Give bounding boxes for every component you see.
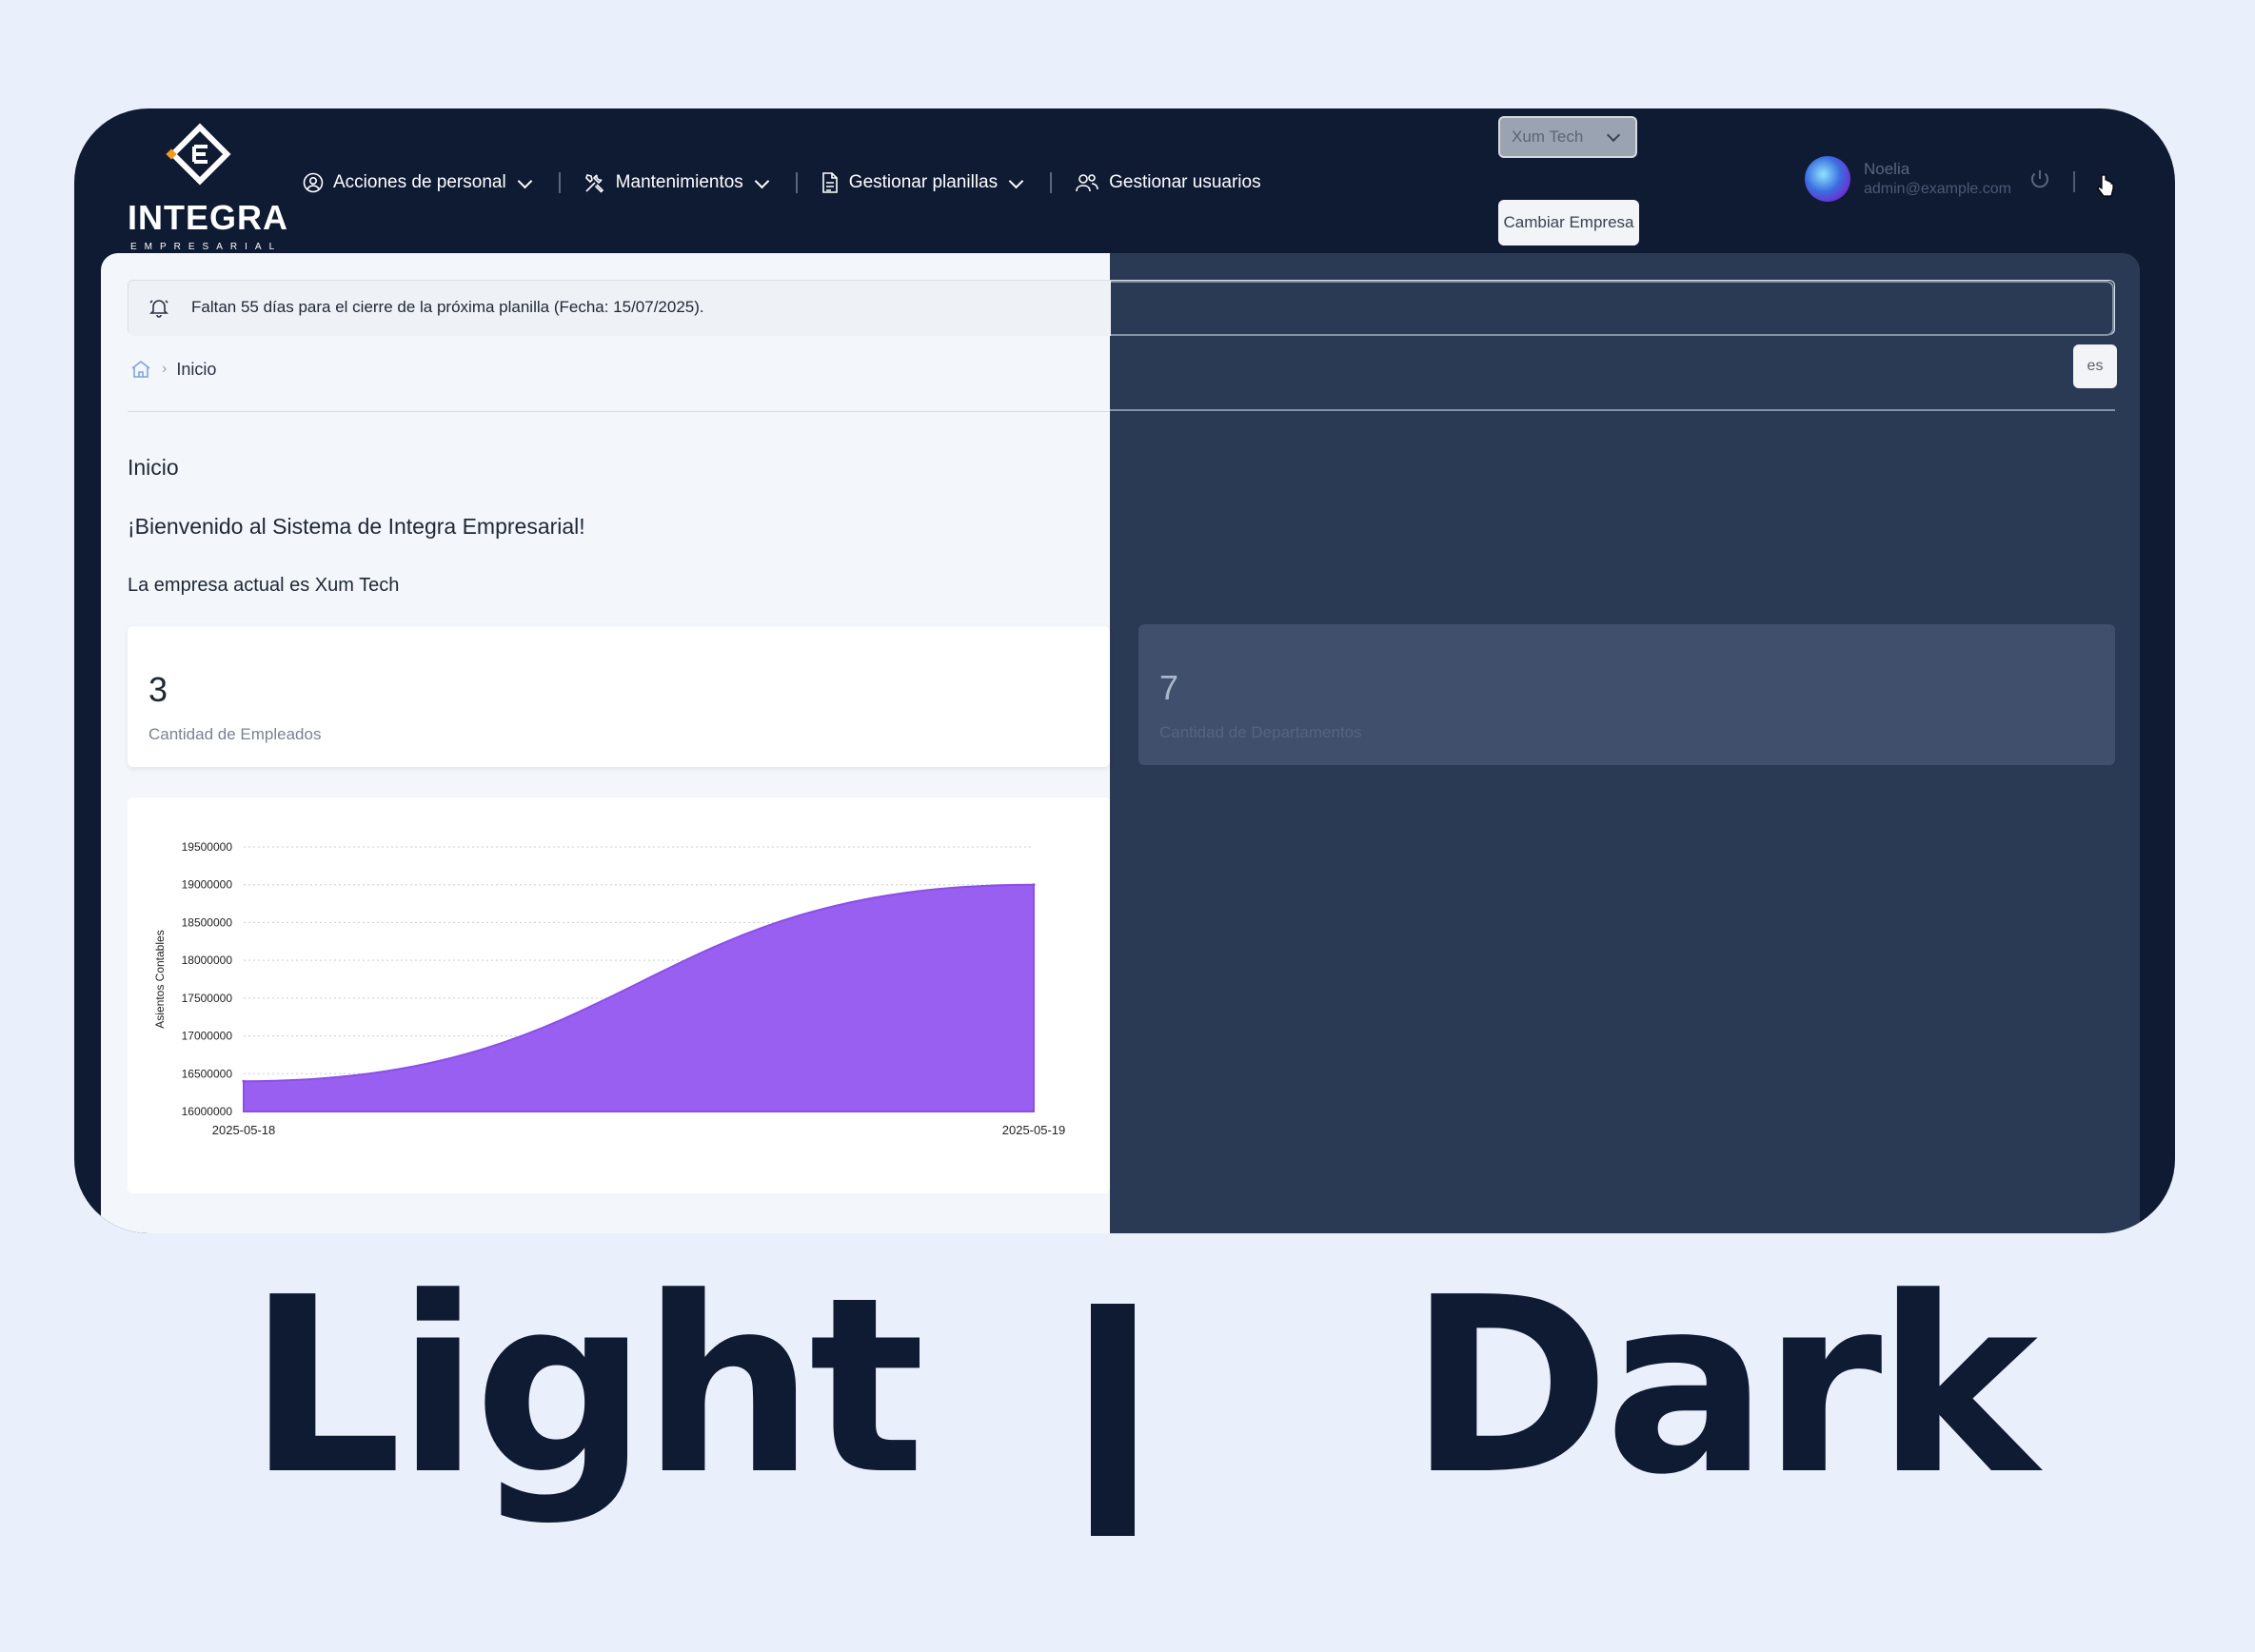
y-axis-label: Asientos Contables bbox=[153, 930, 167, 1028]
nav-label: Gestionar usuarios bbox=[1109, 172, 1261, 192]
header-divider bbox=[2073, 171, 2075, 192]
y-tick-label: 19500000 bbox=[182, 840, 233, 854]
tools-icon bbox=[584, 174, 603, 193]
nav-gestionar-planillas[interactable]: Gestionar planillas bbox=[821, 171, 1027, 194]
user-name: Noelia bbox=[1864, 160, 1910, 178]
chevron-down-icon bbox=[1606, 128, 1621, 143]
nav-label: Gestionar planillas bbox=[848, 172, 999, 192]
x-tick-label: 2025-05-19 bbox=[1002, 1123, 1066, 1137]
area-series bbox=[243, 883, 1035, 1112]
x-tick-label: 2025-05-18 bbox=[212, 1123, 276, 1137]
breadcrumb: › Inicio bbox=[129, 358, 216, 381]
logo-mark-icon bbox=[166, 123, 231, 186]
welcome-message: ¡Bienvenido al Sistema de Integra Empres… bbox=[128, 514, 585, 539]
chevron-down-icon bbox=[754, 173, 770, 188]
users-icon bbox=[1076, 174, 1098, 192]
change-company-button[interactable]: Cambiar Empresa bbox=[1498, 200, 1639, 246]
user-email: admin@example.com bbox=[1864, 181, 2011, 197]
app-window: INTEGRA EMPRESARIAL Acciones de personal… bbox=[74, 108, 2175, 1233]
stat-card-departments: 7 Cantidad de Departamentos bbox=[1138, 624, 2115, 765]
stat-label: Cantidad de Departamentos bbox=[1159, 723, 1362, 741]
company-select-value: Xum Tech bbox=[1512, 128, 1584, 146]
company-select[interactable]: Xum Tech bbox=[1498, 116, 1637, 158]
caption-dark: Dark bbox=[1409, 1246, 2038, 1528]
chart-svg: 19500000 19000000 18500000 18000000 17500000… bbox=[153, 840, 1066, 1137]
y-tick-label: 16500000 bbox=[182, 1067, 233, 1080]
document-icon bbox=[821, 172, 838, 193]
caption-separator bbox=[1091, 1304, 1135, 1536]
main-nav: Acciones de personal Mantenimientos Gest… bbox=[303, 166, 1261, 200]
notice-dark-half bbox=[1111, 281, 2114, 336]
nav-divider bbox=[795, 172, 798, 193]
main-content: Faltan 55 días para el cierre de la próx… bbox=[101, 253, 2140, 1233]
nav-mantenimientos[interactable]: Mantenimientos bbox=[584, 171, 773, 194]
home-icon[interactable] bbox=[129, 358, 152, 381]
data-point bbox=[242, 1079, 246, 1083]
nav-gestionar-usuarios[interactable]: Gestionar usuarios bbox=[1075, 172, 1261, 193]
brand-tagline: EMPRESARIAL bbox=[130, 242, 283, 252]
language-button[interactable]: es bbox=[2073, 344, 2117, 388]
y-tick-label: 18000000 bbox=[182, 954, 233, 967]
y-tick-label: 17000000 bbox=[182, 1030, 233, 1043]
accounting-entries-chart: 19500000 19000000 18500000 18000000 17500000… bbox=[128, 797, 1110, 1193]
stat-label: Cantidad de Empleados bbox=[148, 725, 322, 743]
nav-divider bbox=[558, 172, 561, 193]
brand-logo[interactable]: INTEGRA EMPRESARIAL bbox=[128, 122, 287, 255]
page-title: Inicio bbox=[128, 455, 179, 480]
brand-name: INTEGRA bbox=[128, 198, 288, 237]
notice-text: Faltan 55 días para el cierre de la próx… bbox=[191, 298, 704, 316]
y-tick-label: 17500000 bbox=[182, 992, 233, 1005]
user-circle-icon bbox=[303, 172, 324, 193]
payroll-notice: Faltan 55 días para el cierre de la próx… bbox=[128, 280, 2115, 336]
y-tick-label: 16000000 bbox=[182, 1105, 233, 1118]
breadcrumb-current: Inicio bbox=[176, 359, 217, 379]
y-tick-label: 18500000 bbox=[182, 915, 233, 929]
bell-icon bbox=[149, 300, 168, 318]
chevron-down-icon bbox=[517, 173, 532, 188]
divider bbox=[128, 411, 1110, 412]
breadcrumb-separator-icon: › bbox=[162, 361, 168, 377]
stat-value: 7 bbox=[1159, 668, 1179, 707]
current-company-text: La empresa actual es Xum Tech bbox=[128, 575, 400, 596]
stat-card-employees: 3 Cantidad de Empleados bbox=[128, 626, 1110, 767]
avatar[interactable] bbox=[1805, 156, 1850, 202]
data-point bbox=[1032, 883, 1036, 887]
caption-light: Light bbox=[247, 1246, 925, 1528]
divider bbox=[1110, 409, 2115, 411]
nav-acciones-personal[interactable]: Acciones de personal bbox=[303, 172, 536, 193]
power-icon[interactable] bbox=[2028, 167, 2052, 192]
nav-label: Mantenimientos bbox=[615, 172, 743, 192]
chevron-down-icon bbox=[1008, 173, 1024, 188]
pointer-cursor-icon bbox=[2097, 174, 2114, 197]
y-tick-label: 19000000 bbox=[182, 878, 233, 892]
nav-label: Acciones de personal bbox=[333, 172, 506, 192]
stat-value: 3 bbox=[148, 670, 168, 709]
nav-divider bbox=[1050, 172, 1053, 193]
